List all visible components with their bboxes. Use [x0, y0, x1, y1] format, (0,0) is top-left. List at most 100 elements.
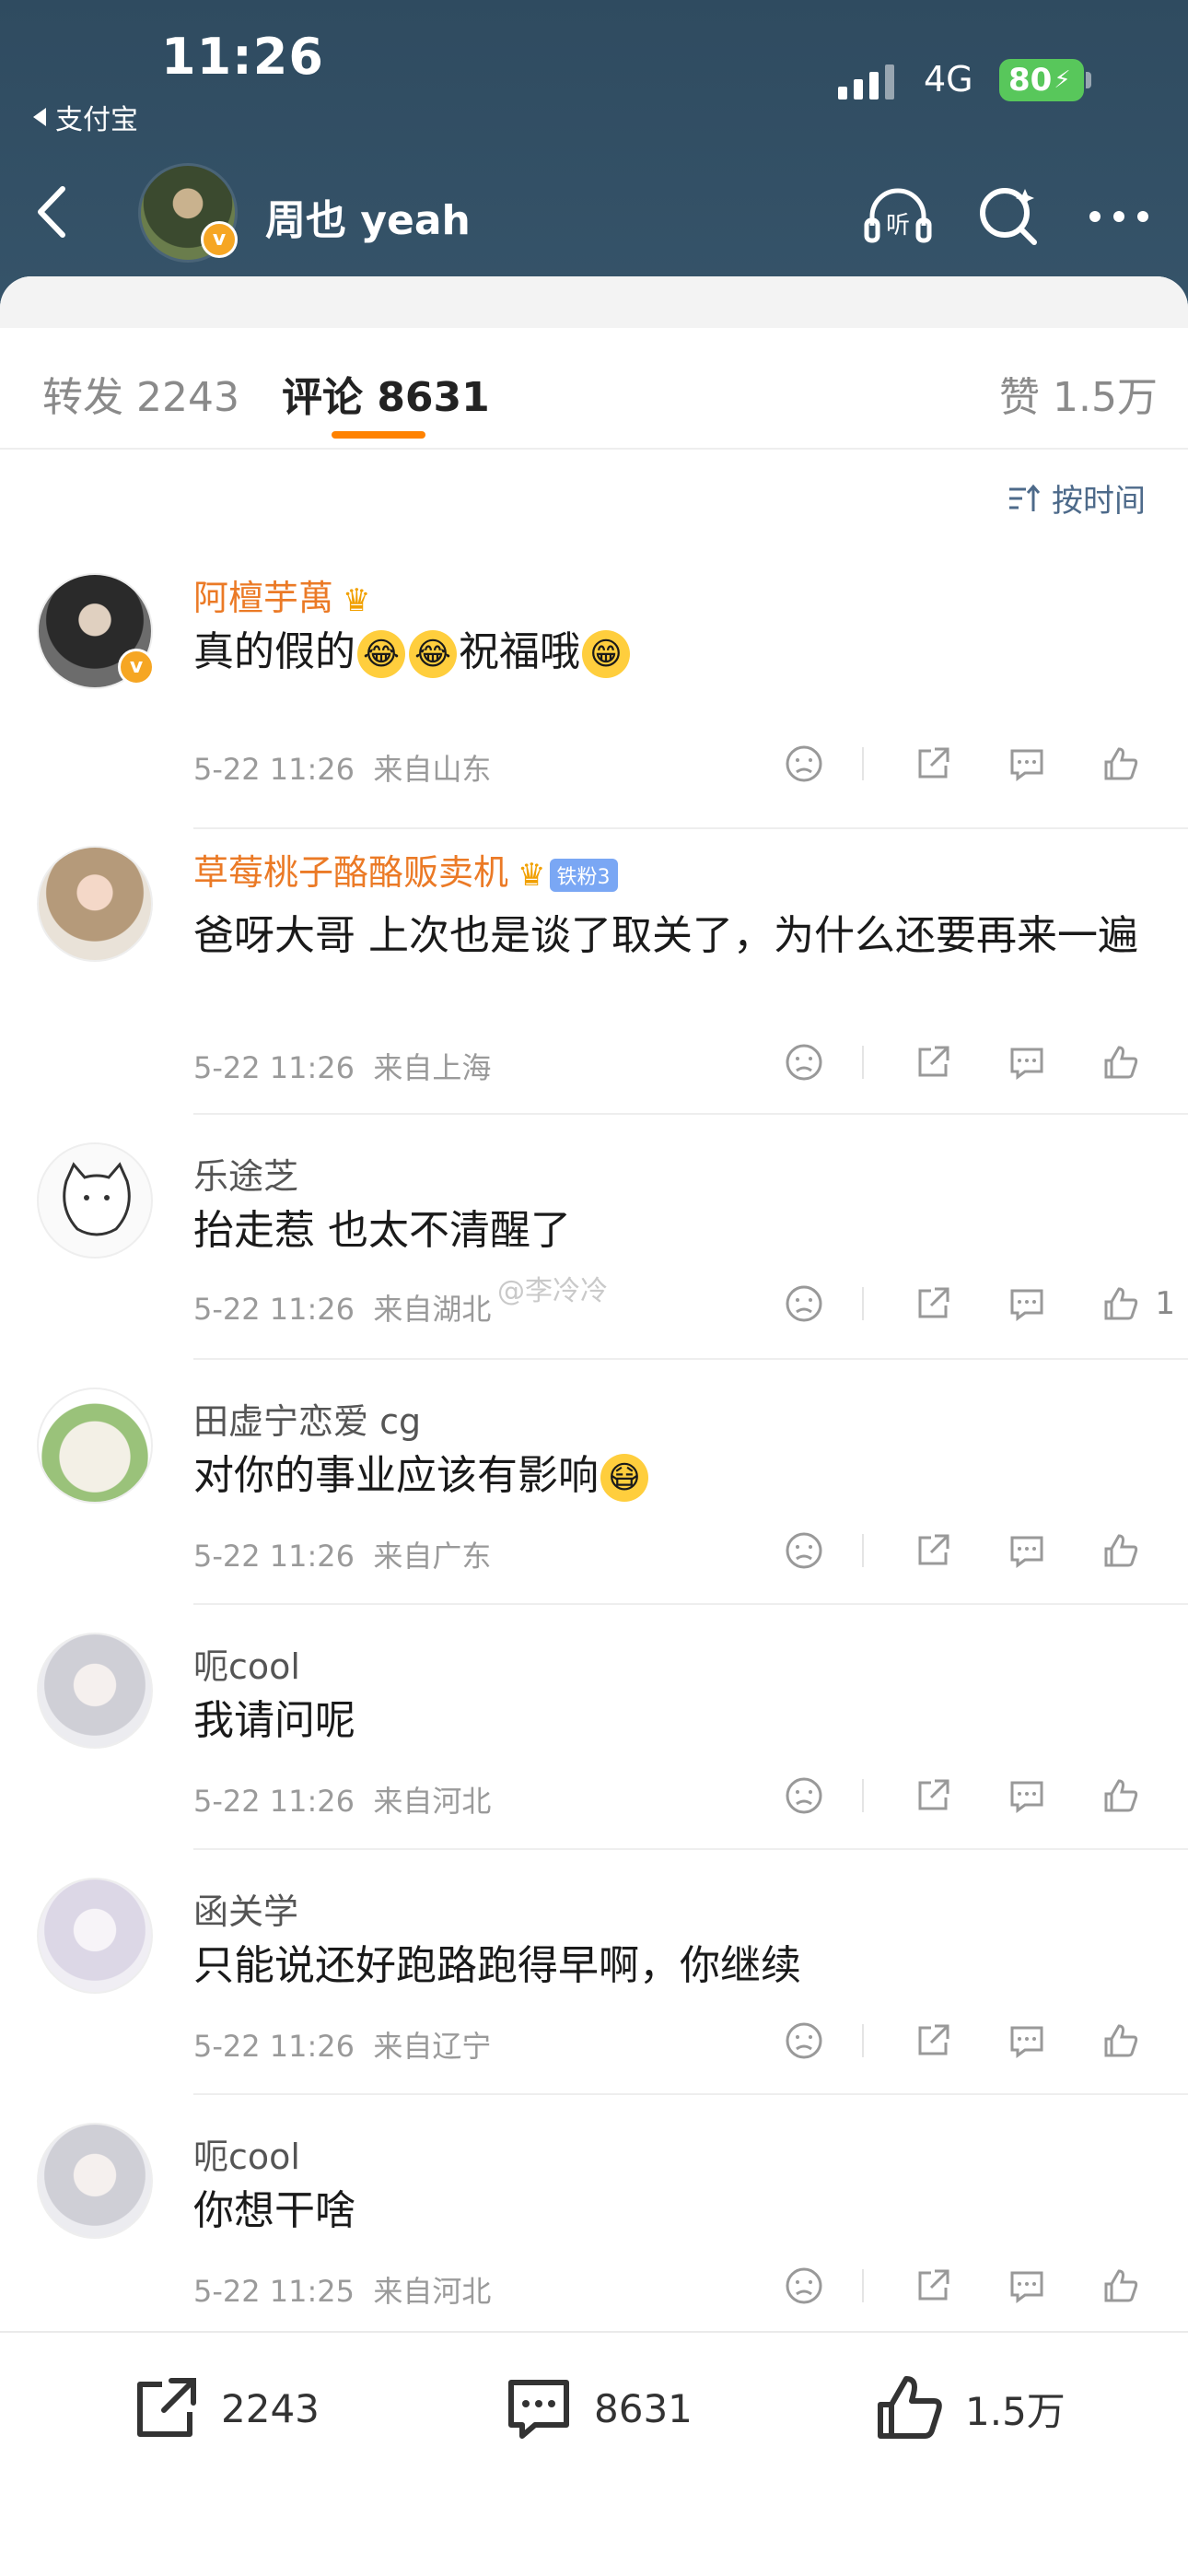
- comment-actions: [735, 1037, 1155, 1087]
- reply-button[interactable]: [1002, 1279, 1052, 1329]
- sort-icon: [1009, 484, 1041, 511]
- share-button[interactable]: [908, 1526, 958, 1575]
- dislike-button[interactable]: [779, 1771, 829, 1821]
- sad-face-icon: [786, 1777, 822, 1814]
- action-separator: [862, 1287, 865, 1320]
- comment-divider: [193, 1113, 1188, 1115]
- reply-button[interactable]: [1002, 1771, 1052, 1821]
- like-button[interactable]: [1096, 1526, 1146, 1575]
- commenter-name[interactable]: 乐途芝: [193, 1148, 298, 1199]
- share-button[interactable]: [908, 2016, 958, 2066]
- tab-reposts[interactable]: 转发 2243: [42, 364, 239, 423]
- dislike-button[interactable]: [779, 1526, 829, 1575]
- share-icon: [137, 2378, 196, 2437]
- comment-text: 真的假的 😂 😂 祝福哦 😁: [193, 621, 1151, 684]
- commenter-name[interactable]: 呃cool: [193, 2128, 300, 2179]
- reply-button[interactable]: [1002, 1037, 1052, 1087]
- reply-button[interactable]: [1002, 2016, 1052, 2066]
- comment-meta: 5-22 11:25 来自河北: [193, 2274, 492, 2309]
- share-icon: [918, 2024, 949, 2055]
- share-icon: [918, 1287, 949, 1318]
- commenter-name[interactable]: 呃cool: [193, 1638, 300, 1689]
- comment-actions: 1: [735, 1279, 1175, 1329]
- share-button[interactable]: [908, 739, 958, 789]
- sort-by-time-button[interactable]: 按时间: [1006, 475, 1146, 521]
- like-button[interactable]: [1096, 1279, 1146, 1329]
- comment-divider: [193, 827, 1188, 829]
- status-time: 11:26: [161, 28, 324, 86]
- sad-face-icon: [786, 1285, 822, 1322]
- share-button[interactable]: [908, 1771, 958, 1821]
- tab-comments[interactable]: 评论 8631: [282, 364, 490, 423]
- thumbs-up-icon: [878, 2376, 942, 2439]
- comment-button[interactable]: 8631: [502, 2371, 693, 2445]
- commenter-name[interactable]: 阿檀芋萬 ♛: [193, 569, 371, 620]
- more-button[interactable]: [1082, 180, 1156, 253]
- tab-likes[interactable]: 赞 1.5万: [999, 364, 1158, 423]
- commenter-avatar[interactable]: [37, 1633, 153, 1749]
- verified-badge: v: [118, 649, 155, 685]
- comment-meta: 5-22 11:26 来自辽宁: [193, 2029, 492, 2064]
- reply-button[interactable]: [1002, 2261, 1052, 2311]
- share-icon: [918, 1534, 949, 1565]
- listen-button[interactable]: 听: [861, 180, 935, 253]
- share-button[interactable]: [908, 2261, 958, 2311]
- comment-icon: [1010, 749, 1043, 781]
- like-button[interactable]: 1.5万: [873, 2371, 1066, 2445]
- mask-emoji: 😷: [600, 1454, 648, 1502]
- back-button[interactable]: [28, 180, 83, 244]
- reply-button[interactable]: [1002, 1526, 1052, 1575]
- repost-button[interactable]: 2243: [129, 2371, 320, 2445]
- share-button[interactable]: [908, 1279, 958, 1329]
- sad-face-icon: [786, 2022, 822, 2059]
- back-icon: [38, 186, 65, 238]
- comment-meta: 5-22 11:26 来自湖北: [193, 1292, 492, 1327]
- like-total: 1.5万: [965, 2388, 1066, 2434]
- back-triangle-icon: [33, 108, 46, 126]
- grin-emoji: 😁: [582, 630, 630, 678]
- share-icon: [918, 2269, 949, 2301]
- dislike-button[interactable]: [779, 2261, 829, 2311]
- search-button[interactable]: [972, 180, 1045, 253]
- commenter-avatar[interactable]: [37, 1388, 153, 1504]
- search-icon: [980, 188, 1037, 245]
- like-button[interactable]: [1096, 1037, 1146, 1087]
- like-button[interactable]: [1096, 1771, 1146, 1821]
- thumbs-up-icon: [1104, 1779, 1138, 1812]
- thumbs-up-icon: [1104, 2024, 1138, 2057]
- dislike-button[interactable]: [779, 739, 829, 789]
- dislike-button[interactable]: [779, 1037, 829, 1087]
- thumbs-up-icon: [1104, 1534, 1138, 1567]
- like-button[interactable]: [1096, 2016, 1146, 2066]
- commenter-name[interactable]: 田虚宁恋爱 cg: [193, 1393, 421, 1444]
- fan-level-badge: 铁粉3: [549, 858, 618, 892]
- comment-divider: [193, 1848, 1188, 1850]
- comment-text: 对你的事业应该有影响 😷: [193, 1445, 1151, 1507]
- thumbs-up-icon: [1104, 1287, 1138, 1320]
- commenter-name[interactable]: 草莓桃子酪酪贩卖机 ♛ 铁粉3: [193, 844, 618, 895]
- vip-crown-icon: ♛: [518, 856, 546, 894]
- reply-button[interactable]: [1002, 739, 1052, 789]
- battery-tip: [1086, 72, 1091, 88]
- tab-divider: [0, 448, 1188, 450]
- commenter-name[interactable]: 函关学: [193, 1883, 298, 1934]
- comment-meta: 5-22 11:26 来自广东: [193, 1539, 492, 1574]
- thumbs-up-icon: [1104, 2269, 1138, 2302]
- commenter-avatar[interactable]: [37, 1142, 153, 1259]
- back-to-app-link[interactable]: 支付宝: [33, 97, 138, 137]
- share-button[interactable]: [908, 1037, 958, 1087]
- comment-text: 你想干啥: [193, 2187, 355, 2234]
- dislike-button[interactable]: [779, 1279, 829, 1329]
- page-title[interactable]: 周也 yeah: [265, 187, 471, 246]
- like-button[interactable]: [1096, 739, 1146, 789]
- like-button[interactable]: [1096, 2261, 1146, 2311]
- battery-indicator: 80 ⚡: [999, 59, 1084, 101]
- dislike-button[interactable]: [779, 2016, 829, 2066]
- sort-label: 按时间: [1052, 483, 1146, 520]
- signal-icon: [838, 64, 894, 100]
- commenter-avatar[interactable]: [37, 846, 153, 962]
- share-icon: [918, 747, 949, 779]
- commenter-avatar[interactable]: [37, 1878, 153, 1994]
- comment-actions: [735, 2016, 1155, 2066]
- commenter-avatar[interactable]: [37, 2123, 153, 2239]
